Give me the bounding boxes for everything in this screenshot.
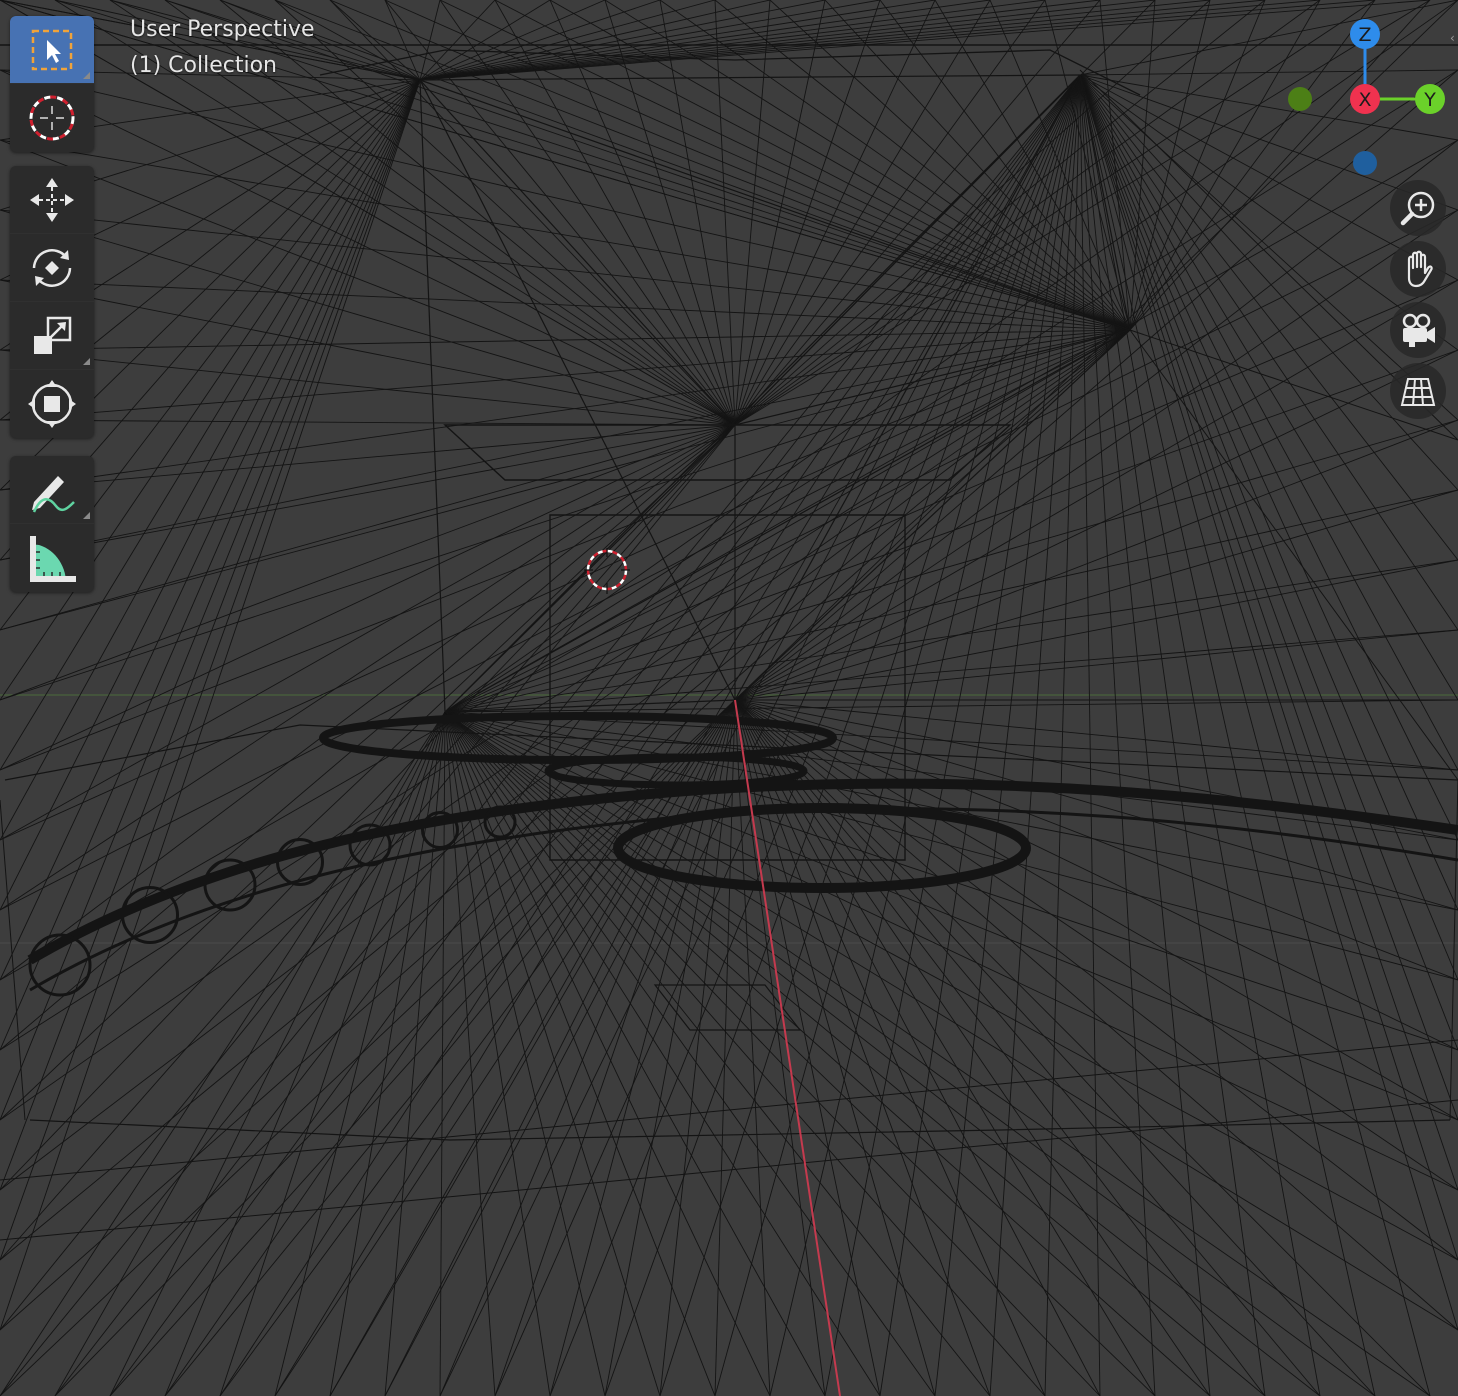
toolbar-group-annotate — [10, 456, 94, 592]
annotate-tool[interactable] — [10, 456, 94, 524]
z-axis-icon[interactable]: Z — [1350, 19, 1380, 49]
scale-tool[interactable] — [10, 302, 94, 370]
3d-viewport[interactable]: User Perspective (1) Collection Z X Y ‹ — [0, 0, 1458, 1396]
rotate-icon — [32, 248, 72, 287]
tool-variants-indicator — [83, 512, 90, 519]
scale-icon — [34, 316, 72, 354]
view-name-label: User Perspective — [130, 17, 315, 42]
svg-text:X: X — [1358, 89, 1371, 111]
measure-tool[interactable] — [10, 524, 94, 592]
tool-variants-indicator — [83, 72, 90, 79]
svg-text:Z: Z — [1358, 24, 1371, 46]
hand-icon — [1407, 250, 1433, 288]
select-box-icon — [31, 29, 73, 70]
tool-variants-indicator — [83, 358, 90, 365]
grid-icon — [1400, 378, 1436, 406]
ortho-toggle-button[interactable] — [1390, 363, 1446, 419]
move-tool[interactable] — [10, 166, 94, 234]
svg-text:Y: Y — [1423, 89, 1436, 111]
toolbar-group-transform — [10, 166, 94, 438]
x-axis-icon[interactable]: X — [1350, 84, 1380, 114]
zoom-icon — [1400, 191, 1435, 226]
pan-button[interactable] — [1390, 241, 1446, 297]
wireframe-mesh — [0, 0, 1458, 1396]
toolbar-group-select — [10, 16, 94, 152]
cursor-icon — [29, 95, 75, 141]
neg-y-axis-icon[interactable] — [1288, 87, 1312, 111]
camera-view-button[interactable] — [1390, 302, 1446, 358]
cursor-tool[interactable] — [10, 84, 94, 152]
navigation-gizmo[interactable]: Z X Y — [1280, 10, 1458, 190]
zoom-button[interactable] — [1390, 180, 1446, 236]
annotate-icon — [32, 475, 75, 513]
sidebar-toggle-icon[interactable]: ‹ — [1450, 30, 1458, 46]
move-icon — [30, 177, 74, 222]
measure-icon — [30, 536, 76, 582]
transform-icon — [28, 380, 76, 428]
camera-icon — [1402, 313, 1435, 347]
y-axis-icon[interactable]: Y — [1415, 84, 1445, 114]
neg-z-axis-icon[interactable] — [1353, 151, 1377, 175]
select-box-tool[interactable] — [10, 16, 94, 84]
collection-name-label: (1) Collection — [130, 53, 277, 78]
3d-cursor-icon — [584, 548, 630, 594]
transform-tool[interactable] — [10, 370, 94, 438]
rotate-tool[interactable] — [10, 234, 94, 302]
